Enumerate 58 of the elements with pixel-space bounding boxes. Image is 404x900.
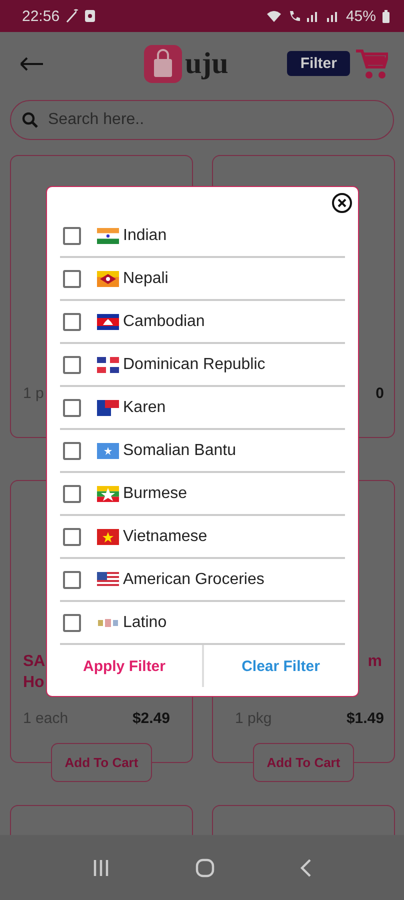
option-label: Cambodian <box>123 312 205 330</box>
signal-icon <box>306 10 320 22</box>
wifi-icon <box>266 10 282 22</box>
flag-icon <box>97 314 119 330</box>
search-field[interactable]: Search here.. <box>10 100 394 140</box>
battery-level: 45% <box>346 8 376 24</box>
notification-icon <box>84 9 96 23</box>
flag-icon <box>97 400 119 416</box>
flag-icon <box>97 528 119 544</box>
call-icon <box>288 10 300 22</box>
add-to-cart-button[interactable]: Add To Cart <box>252 743 354 782</box>
option-label: Indian <box>123 226 167 244</box>
search-icon <box>22 112 38 128</box>
checkbox[interactable] <box>63 398 81 416</box>
flag-icon <box>97 228 119 244</box>
flag-icon <box>97 572 119 588</box>
product-price: $1.49 <box>346 710 384 726</box>
checkbox[interactable] <box>63 442 81 460</box>
close-icon[interactable] <box>331 192 353 214</box>
add-to-cart-button[interactable]: Add To Cart <box>50 743 152 782</box>
flag-icon <box>97 356 119 372</box>
product-price: 0 <box>376 384 384 402</box>
checkbox[interactable] <box>63 484 81 502</box>
checkbox[interactable] <box>63 356 81 374</box>
shopping-bag-icon <box>144 44 182 82</box>
checkbox[interactable] <box>63 312 81 330</box>
option-label: Nepali <box>123 270 168 288</box>
apply-filter-button[interactable]: Apply Filter <box>47 650 202 682</box>
checkbox[interactable] <box>63 226 81 244</box>
product-title: m <box>368 652 382 672</box>
product-title: Ho <box>23 673 44 693</box>
signal-icon <box>326 10 340 22</box>
flag-icon <box>97 442 119 458</box>
checkbox[interactable] <box>63 270 81 288</box>
option-label: Burmese <box>123 484 188 502</box>
clock: 22:56 <box>22 8 60 24</box>
battery-icon <box>382 10 390 22</box>
back-arrow-icon[interactable] <box>20 56 44 70</box>
option-label: Latino <box>123 614 167 632</box>
flag-icon <box>97 486 119 502</box>
checkbox[interactable] <box>63 614 81 632</box>
recent-apps-icon[interactable] <box>92 858 110 876</box>
option-label: Vietnamese <box>123 528 208 546</box>
logo-text: uju <box>185 48 228 78</box>
option-label: Dominican Republic <box>123 356 266 374</box>
product-title: SA <box>23 652 46 672</box>
option-label: American Groceries <box>123 570 264 588</box>
wand-icon <box>66 9 78 23</box>
option-label: Karen <box>123 398 166 416</box>
home-icon[interactable] <box>194 858 215 878</box>
flag-icon <box>97 270 119 286</box>
checkbox[interactable] <box>63 570 81 588</box>
filter-button[interactable]: Filter <box>287 51 350 76</box>
checkbox[interactable] <box>63 528 81 546</box>
option-label: Somalian Bantu <box>123 442 236 460</box>
product-price: $2.49 <box>132 710 170 726</box>
back-icon[interactable] <box>300 858 312 878</box>
clear-filter-button[interactable]: Clear Filter <box>204 650 358 682</box>
